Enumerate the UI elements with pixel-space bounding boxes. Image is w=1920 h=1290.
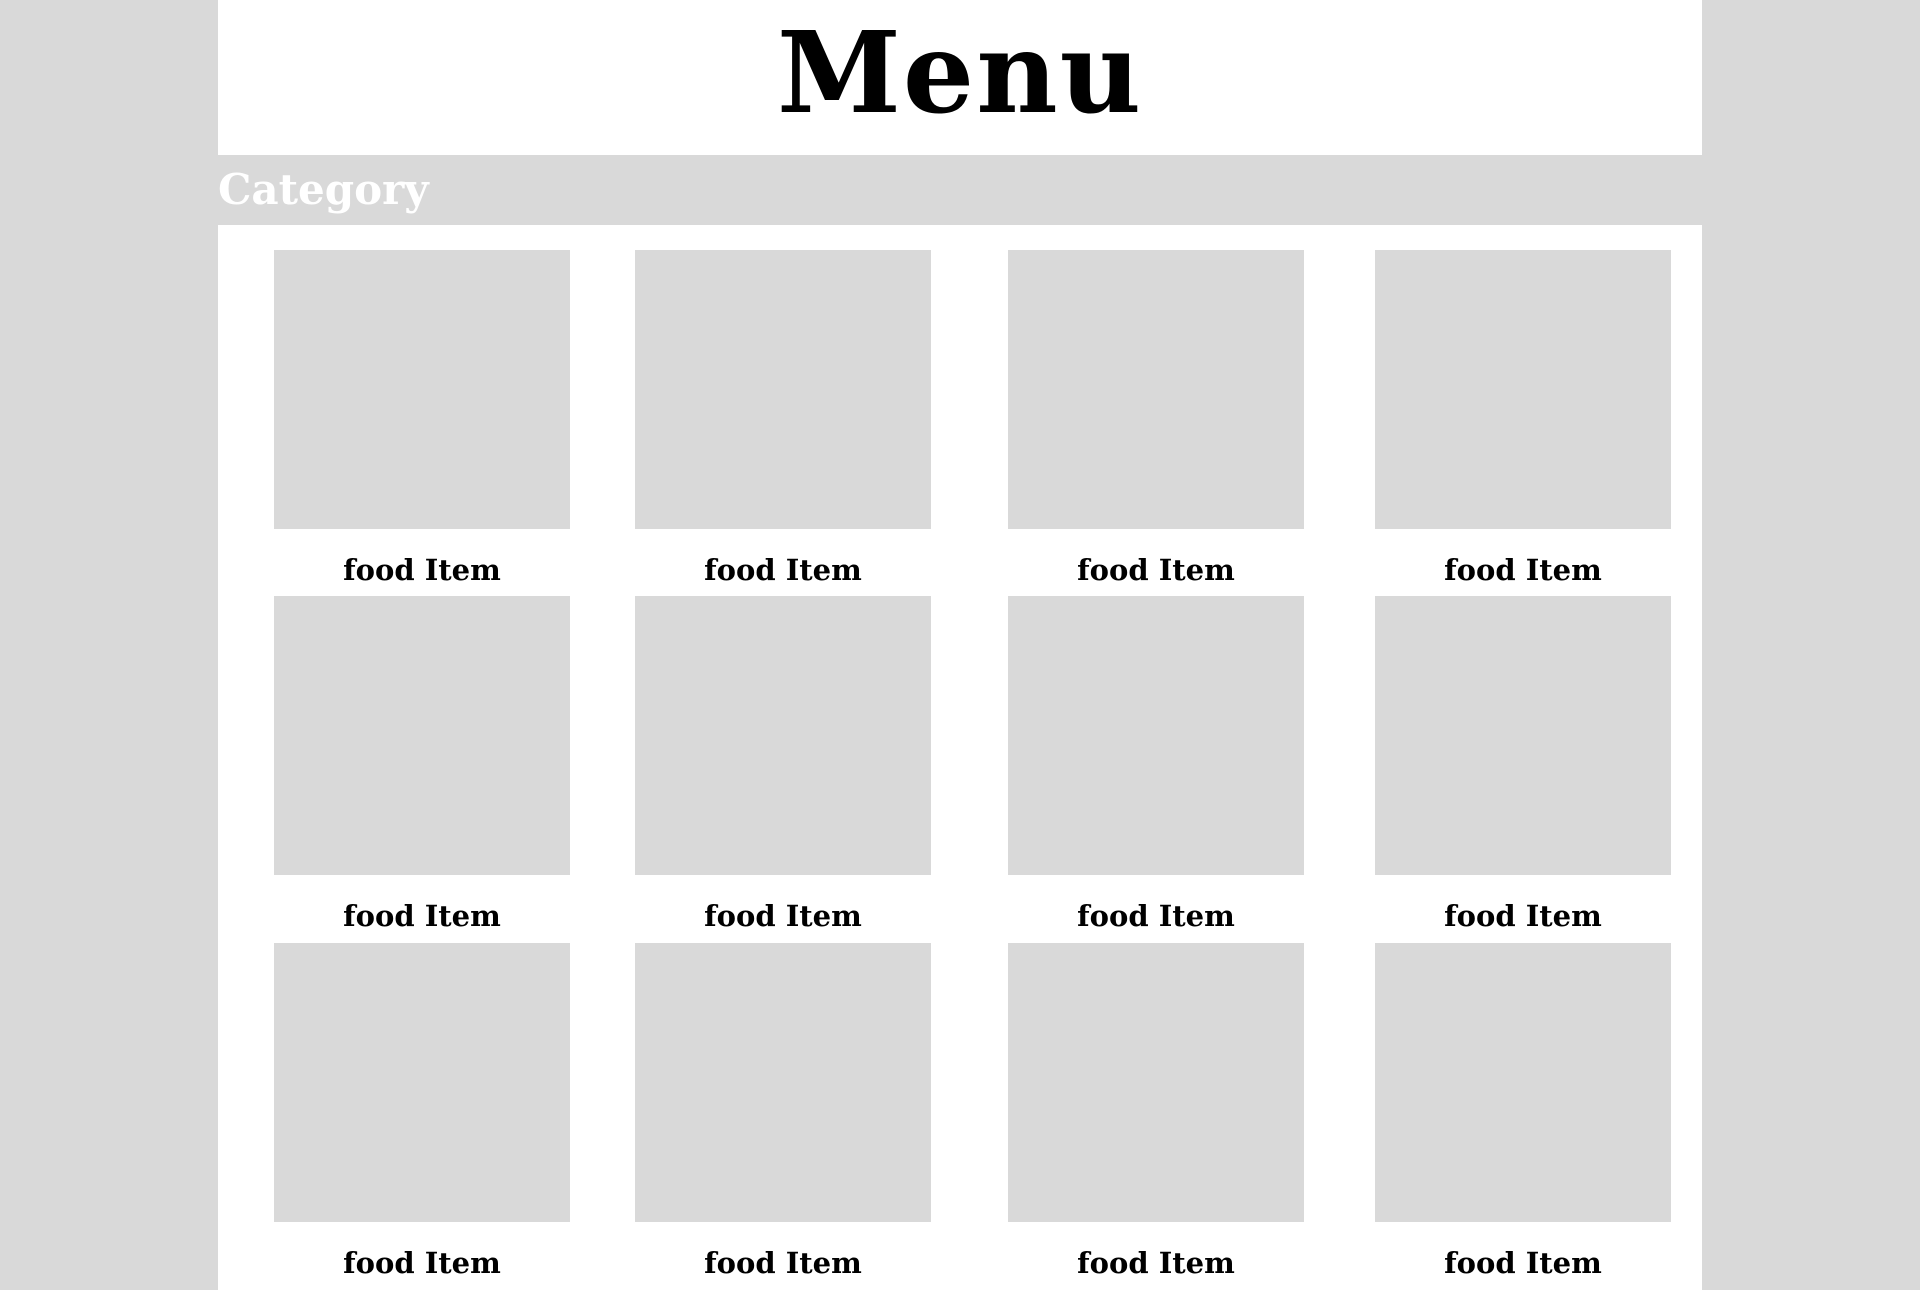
food-image-placeholder bbox=[1375, 943, 1671, 1222]
food-item-label: food Item bbox=[704, 553, 862, 587]
food-image-placeholder bbox=[635, 250, 931, 529]
food-image-placeholder bbox=[1008, 943, 1304, 1222]
food-item-label: food Item bbox=[704, 1246, 862, 1280]
food-item-card[interactable]: food Item bbox=[635, 596, 931, 933]
food-item-card[interactable]: food Item bbox=[1375, 596, 1671, 933]
food-grid: food Item food Item food Item food Item … bbox=[218, 225, 1702, 1290]
food-item-label: food Item bbox=[1077, 553, 1235, 587]
food-item-label: food Item bbox=[1444, 899, 1602, 933]
page-title: Menu bbox=[776, 8, 1144, 139]
category-heading: Category bbox=[218, 165, 429, 214]
food-item-card[interactable]: food Item bbox=[635, 943, 931, 1280]
food-item-label: food Item bbox=[1077, 899, 1235, 933]
food-item-card[interactable]: food Item bbox=[274, 943, 570, 1280]
food-item-card[interactable]: food Item bbox=[274, 596, 570, 933]
food-item-label: food Item bbox=[704, 899, 862, 933]
food-image-placeholder bbox=[1375, 596, 1671, 875]
food-image-placeholder bbox=[1008, 596, 1304, 875]
food-image-placeholder bbox=[635, 596, 931, 875]
food-item-label: food Item bbox=[1077, 1246, 1235, 1280]
food-item-label: food Item bbox=[343, 553, 501, 587]
food-item-label: food Item bbox=[343, 899, 501, 933]
food-image-placeholder bbox=[635, 943, 931, 1222]
food-item-card[interactable]: food Item bbox=[1375, 943, 1671, 1280]
food-item-card[interactable]: food Item bbox=[1008, 943, 1304, 1280]
food-item-label: food Item bbox=[343, 1246, 501, 1280]
menu-header: Menu bbox=[218, 0, 1702, 155]
food-image-placeholder bbox=[274, 250, 570, 529]
food-item-label: food Item bbox=[1444, 1246, 1602, 1280]
food-item-card[interactable]: food Item bbox=[635, 250, 931, 587]
food-item-card[interactable]: food Item bbox=[1008, 250, 1304, 587]
category-bar: Category bbox=[218, 155, 1702, 225]
food-image-placeholder bbox=[274, 596, 570, 875]
food-item-card[interactable]: food Item bbox=[1375, 250, 1671, 587]
food-item-card[interactable]: food Item bbox=[1008, 596, 1304, 933]
food-image-placeholder bbox=[1375, 250, 1671, 529]
food-image-placeholder bbox=[1008, 250, 1304, 529]
food-item-card[interactable]: food Item bbox=[274, 250, 570, 587]
food-item-label: food Item bbox=[1444, 553, 1602, 587]
menu-page: Menu Category food Item food Item food I… bbox=[218, 0, 1702, 1290]
food-image-placeholder bbox=[274, 943, 570, 1222]
